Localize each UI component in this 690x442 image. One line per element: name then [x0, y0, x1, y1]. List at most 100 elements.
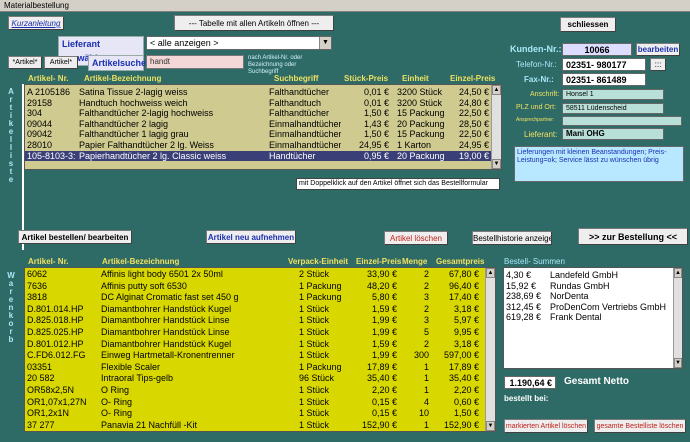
edit-customer-button[interactable]: bearbeiten [636, 43, 680, 56]
article-cell-nr: 304 [27, 108, 43, 119]
cart-row[interactable]: D.801.012.HP Diamantbohrer Handstück Kuge… [25, 339, 495, 349]
cart-cell-gesamt: 17,40 € [448, 292, 479, 303]
cart-cell-ve: 1 Packung [299, 292, 342, 303]
summary-row[interactable]: 238,69 € NorDenta [504, 291, 682, 301]
cart-row[interactable]: 3818 DC Alginat Cromatic fast set 450 g 1 … [25, 292, 495, 302]
article-row[interactable]: 28010 Papier Falthandtücher 2 lg. Weiss Ei… [25, 140, 501, 150]
cart-row[interactable]: D.825.018.HP Diamantbohrer Handstück Lins… [25, 315, 495, 325]
delete-all-button[interactable]: gesamte Bestelliste löschen [594, 419, 686, 433]
cart-cell-ve: 1 Stück [299, 350, 330, 361]
article-cell-such: Falthandtücher [269, 108, 330, 119]
cart-row[interactable]: 03351 Flexible Scaler 1 Packung 17,89 € 1 17,… [25, 362, 495, 372]
cart-row[interactable]: 6062 Affinis light body 6501 2x 50ml 2 Stü… [25, 269, 495, 279]
cart-cell-ve: 1 Stück [299, 408, 330, 419]
cart-cell-bez: Diamantbohrer Handstück Linse [101, 327, 230, 337]
cart-cell-menge: 2 [423, 303, 429, 314]
summary-scroll-down-icon[interactable]: ▼ [674, 358, 682, 368]
cart-row[interactable]: 37 277 Panavia 21 Nachfüll -Kit 1 Stück 152… [25, 420, 495, 430]
search-hint: nach Artikel-Nr. oder Bezeichnung oder S… [248, 55, 303, 75]
article-cell-stueck: 0,95 € [363, 150, 389, 161]
kurzanleitung-button[interactable]: Kurzanleitung [8, 16, 64, 30]
summary-scroll-up-icon[interactable]: ▲ [674, 268, 682, 278]
cart-cell-gesamt: 3,18 € [453, 338, 479, 349]
article-row[interactable]: A 2105186 Satina Tissue 2-lagig weiss Falt… [25, 87, 501, 97]
article-row[interactable]: 09044 Falthandtücher 2 lagig Einmalhandtüc… [25, 119, 501, 129]
cart-cell-gesamt: 597,00 € [443, 350, 479, 361]
cart-row[interactable]: D.801.014.HP Diamantbohrer Handstück Kuge… [25, 304, 495, 314]
supplier-select[interactable]: < alle anzeigen > ▼ [146, 36, 332, 50]
cart-scroll-down-icon[interactable]: ▼ [486, 421, 495, 431]
cart-cell-menge: 2 [423, 338, 429, 349]
cart-cell-preis: 1,59 € [371, 303, 397, 314]
cart-cell-nr: OR1,2x1N [27, 408, 70, 419]
article-cell-stueck: 0,01 € [363, 97, 389, 108]
article-cell-einheit: 1 Karton [397, 140, 432, 150]
cart-cell-nr: 20 582 [27, 373, 55, 384]
article-list-scrollbar[interactable]: ▲ ▼ [491, 85, 501, 169]
cart-scroll-up-icon[interactable]: ▲ [486, 268, 495, 278]
cart-row[interactable]: OR1,2x1N O- Ring 1 Stück 0,15 € 10 1,50 € [25, 408, 495, 418]
cart-scrollbar[interactable]: ▲ ▼ [485, 268, 495, 431]
bottom-header-menge: Menge [402, 257, 428, 266]
article-cell-preis: 22,50 € [458, 108, 489, 119]
search-input[interactable]: handt [146, 55, 244, 69]
dial-button[interactable]: ::: [650, 58, 666, 71]
cart-cell-ve: 2 Stück [299, 269, 330, 279]
cart-cell-ve: 1 Packung [299, 280, 342, 291]
summary-scrollbar[interactable]: ▲ ▼ [673, 268, 682, 368]
open-table-button[interactable]: --- Tabelle mit allen Artikeln öffnen --… [174, 15, 334, 31]
cart-row[interactable]: C.FD6.012.FG Einweg Hartmetall-Kronentren… [25, 350, 495, 360]
cart-row[interactable]: OR58x2,5N O Ring 1 Stück 2,20 € 1 2,20 € [25, 385, 495, 395]
article-cell-preis: 19,00 € [458, 150, 489, 161]
article-cell-stueck: 1,50 € [363, 108, 389, 119]
cart-row[interactable]: OR1,07x1,27N O- Ring 1 Stück 0,15 € 4 0,60 € [25, 397, 495, 407]
tab-artikel-star[interactable]: *Artikel* [8, 56, 42, 69]
warenkorb-side-label: Warenkorb [7, 271, 15, 344]
cart-row[interactable]: 7636 Affinis putty soft 6530 1 Packung 48,2… [25, 281, 495, 291]
cart-cell-ve: 1 Stück [299, 327, 330, 337]
chevron-down-icon[interactable]: ▼ [319, 37, 331, 49]
new-article-button[interactable]: Artikel neu aufnehmen [206, 230, 296, 244]
article-row[interactable]: 09042 Falthandtücher 1 lagig grau Einmalha… [25, 129, 501, 139]
cart-cell-ve: 1 Stück [299, 419, 330, 430]
order-history-button[interactable]: Bestellhistorie anzeigen [472, 231, 552, 245]
article-cell-such: Handtücher [269, 150, 316, 161]
cart-cell-menge: 1 [423, 385, 429, 395]
close-button[interactable]: schliessen [560, 17, 616, 32]
scroll-down-icon[interactable]: ▼ [492, 159, 501, 169]
artikelliste-side-label: Artikelliste [8, 87, 14, 184]
summary-row[interactable]: 4,30 € Landefeld GmbH [504, 270, 682, 280]
cart-cell-nr: OR58x2,5N [27, 385, 75, 395]
article-row[interactable]: 304 Falthandtücher 2-lagig hochweiss Falth… [25, 108, 501, 118]
article-cell-stueck: 1,50 € [363, 129, 389, 140]
delete-article-button[interactable]: Artikel löschen [384, 231, 448, 245]
summary-sum: 312,45 € [506, 301, 542, 312]
cart-cell-nr: D.801.014.HP [27, 303, 84, 314]
top-header-bez: Artikel-Bezeichnung [84, 74, 162, 83]
ansprech-label: Ansprechpartner: [516, 117, 555, 123]
article-cell-einheit: 15 Packung [397, 129, 445, 140]
tab-artikel[interactable]: Artikel* [44, 56, 78, 69]
go-to-order-button[interactable]: >> zur Bestellung << [578, 228, 688, 245]
cart-cell-gesamt: 35,40 € [448, 373, 479, 384]
ordered-at-label: bestellt bei: [504, 394, 549, 403]
article-row[interactable]: 29158 Handtuch hochweiss weich Falthandtuc… [25, 98, 501, 108]
cart-cell-preis: 1,99 € [371, 350, 397, 361]
top-header-such: Suchbegriff [274, 74, 319, 83]
cart-row[interactable]: D.825.025.HP Diamantbohrer Handstück Lins… [25, 327, 495, 337]
summary-row[interactable]: 15,92 € Rundas GmbH [504, 281, 682, 291]
cart-cell-gesamt: 67,80 € [448, 269, 479, 279]
cart-row[interactable]: 20 582 Intraoral Tips-gelb 96 Stück 35,40 €… [25, 373, 495, 383]
summary-row[interactable]: 619,28 € Frank Dental [504, 312, 682, 322]
cart-cell-gesamt: 0,60 € [453, 396, 479, 407]
scroll-up-icon[interactable]: ▲ [492, 85, 501, 95]
order-edit-article-button[interactable]: Artikel bestellen/ bearbeiten [18, 230, 132, 244]
cart-cell-nr: 03351 [27, 361, 53, 372]
article-row[interactable]: 105-8103-3: Papierhandtücher 2 lg. Classi… [25, 150, 501, 161]
telefon-label: Telefon-Nr.: [516, 60, 557, 69]
delete-marked-button[interactable]: markierten Artikel löschen [504, 419, 588, 433]
cart-cell-bez: Diamantbohrer Handstück Kugel [101, 303, 232, 314]
summary-row[interactable]: 312,45 € ProDenCom Vertriebs GmbH [504, 302, 682, 312]
cart-cell-bez: O- Ring [101, 396, 133, 407]
article-cell-einheit: 15 Packung [397, 108, 445, 119]
